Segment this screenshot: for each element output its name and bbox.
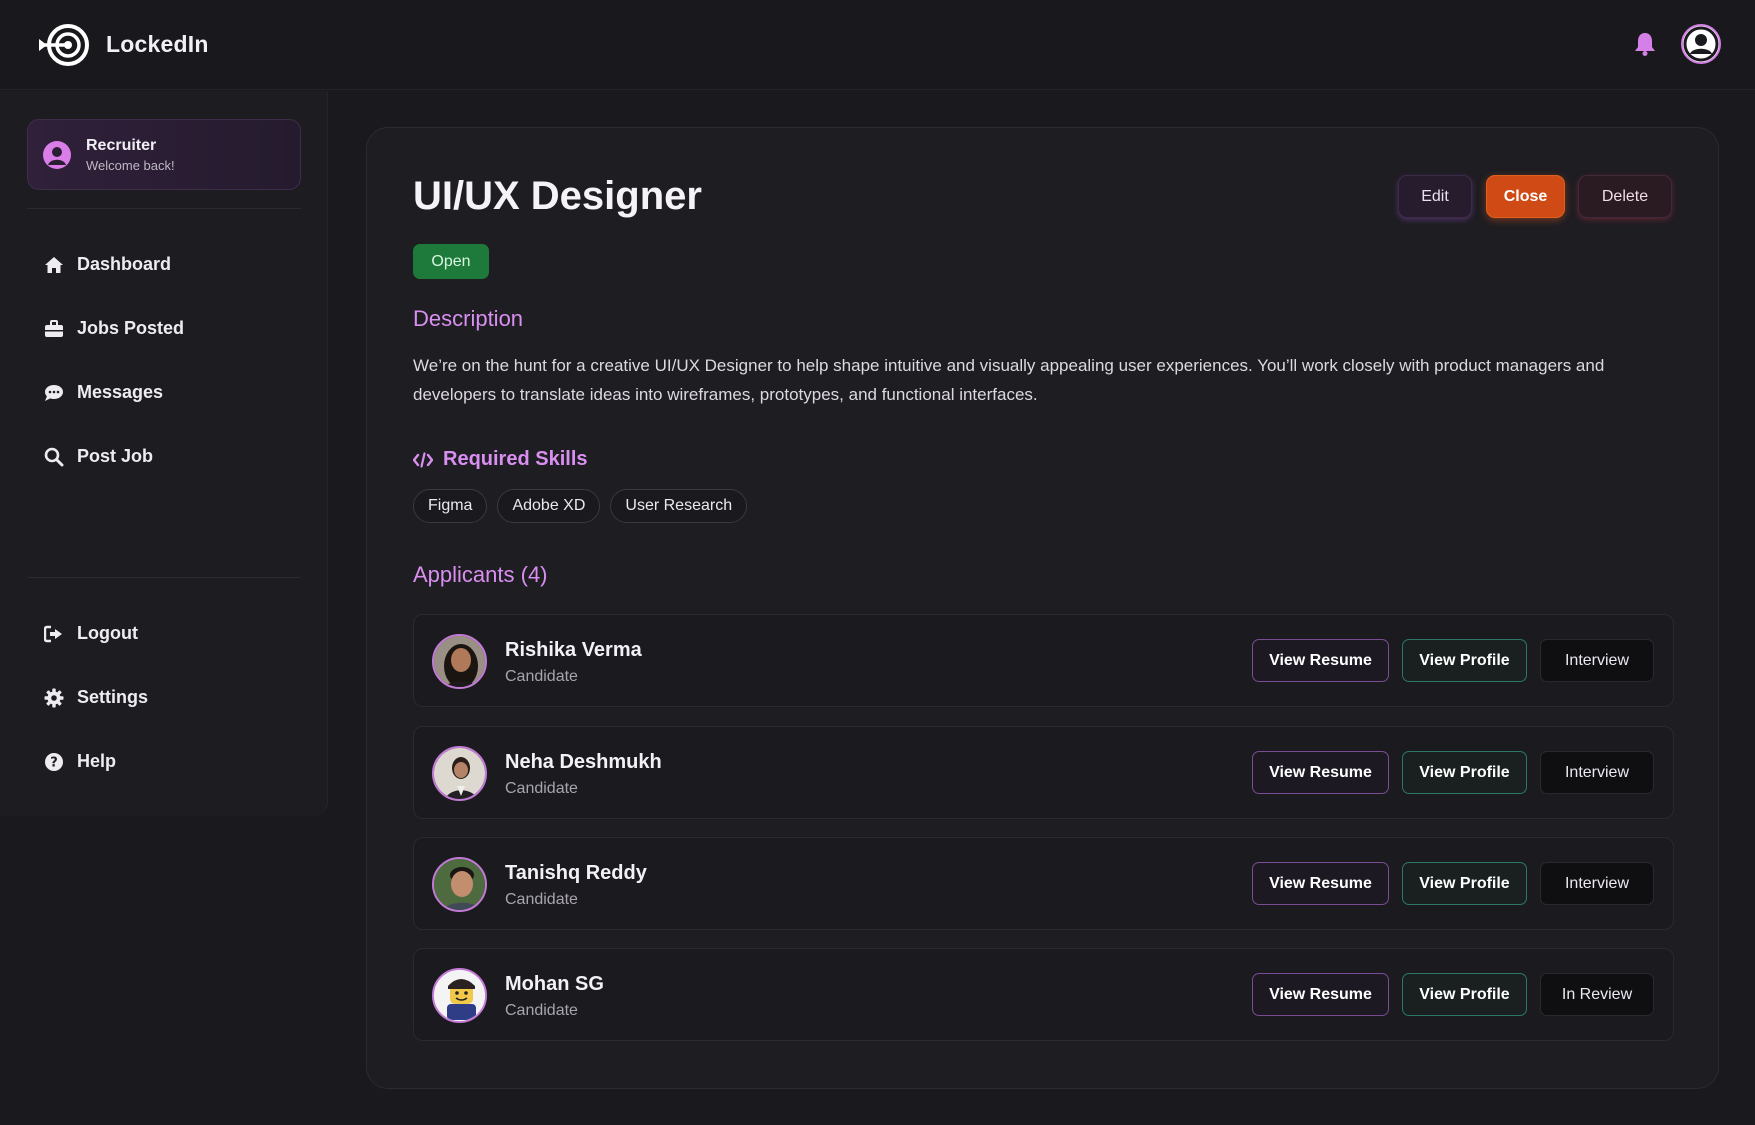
applicant-name: Tanishq Reddy xyxy=(505,862,647,884)
brand[interactable]: LockedIn xyxy=(36,21,209,69)
description-heading: Description xyxy=(413,306,524,331)
view-resume-button[interactable]: View Resume xyxy=(1252,639,1389,682)
logout-icon xyxy=(44,624,64,644)
user-circle-icon xyxy=(43,140,71,169)
view-profile-button[interactable]: View Profile xyxy=(1402,973,1527,1016)
applicants-heading: Applicants (4) xyxy=(413,562,548,587)
divider xyxy=(27,208,301,209)
help-icon: ? xyxy=(44,752,64,772)
view-resume-button[interactable]: View Resume xyxy=(1252,973,1389,1016)
skills-heading-label: Required Skills xyxy=(443,448,588,470)
view-profile-button[interactable]: View Profile xyxy=(1402,639,1527,682)
svg-text:?: ? xyxy=(50,755,58,770)
applicant-name: Rishika Verma xyxy=(505,639,642,661)
nav-label: Logout xyxy=(77,623,138,643)
applicant-name: Mohan SG xyxy=(505,973,604,995)
applicant-role: Candidate xyxy=(505,1002,578,1019)
role-title: Recruiter xyxy=(86,136,157,154)
code-icon xyxy=(413,451,433,468)
status-button[interactable]: Interview xyxy=(1540,751,1654,794)
chat-icon xyxy=(44,383,64,403)
briefcase-icon xyxy=(44,319,64,339)
status-button[interactable]: Interview xyxy=(1540,862,1654,905)
nav-dashboard[interactable]: Dashboard xyxy=(44,254,171,275)
status-button[interactable]: In Review xyxy=(1540,973,1654,1016)
job-title: UI/UX Designer xyxy=(413,174,702,218)
nav-messages[interactable]: Messages xyxy=(44,382,163,403)
divider xyxy=(27,577,301,578)
status-button[interactable]: Interview xyxy=(1540,639,1654,682)
skill-chip: Figma xyxy=(413,489,488,523)
avatar[interactable] xyxy=(432,634,487,689)
skills-list: Figma Adobe XD User Research xyxy=(413,489,757,523)
view-resume-button[interactable]: View Resume xyxy=(1252,751,1389,794)
nav-jobs-posted[interactable]: Jobs Posted xyxy=(44,318,184,339)
target-logo-icon xyxy=(36,21,90,69)
delete-button[interactable]: Delete xyxy=(1578,175,1672,218)
view-profile-button[interactable]: View Profile xyxy=(1402,862,1527,905)
applicant-role: Candidate xyxy=(505,668,578,685)
nav-label: Dashboard xyxy=(77,254,172,274)
nav-label: Settings xyxy=(77,687,149,707)
job-detail-card: UI/UX Designer Open Edit Close Delete De… xyxy=(366,127,1719,1089)
search-icon xyxy=(44,447,64,467)
avatar[interactable] xyxy=(432,746,487,801)
edit-button[interactable]: Edit xyxy=(1398,175,1472,218)
applicant-row: Mohan SG Candidate View Resume View Prof… xyxy=(413,948,1674,1041)
applicant-role: Candidate xyxy=(505,780,578,797)
nav-label: Jobs Posted xyxy=(77,318,185,338)
app-name: LockedIn xyxy=(106,31,209,57)
user-avatar-icon[interactable] xyxy=(1681,24,1721,64)
nav-logout[interactable]: Logout xyxy=(44,623,138,644)
view-profile-button[interactable]: View Profile xyxy=(1402,751,1527,794)
skill-chip: User Research xyxy=(610,489,748,523)
job-description: We’re on the hunt for a creative UI/UX D… xyxy=(413,356,1605,404)
applicant-row: Rishika Verma Candidate View Resume View… xyxy=(413,614,1674,707)
bell-icon[interactable] xyxy=(1631,30,1659,58)
close-button[interactable]: Close xyxy=(1486,175,1565,218)
avatar[interactable] xyxy=(432,968,487,1023)
sidebar: Recruiter Welcome back! Dashboard Jobs P… xyxy=(0,91,328,816)
avatar[interactable] xyxy=(432,857,487,912)
nav-post-job[interactable]: Post Job xyxy=(44,446,153,467)
view-resume-button[interactable]: View Resume xyxy=(1252,862,1389,905)
nav-help[interactable]: ? Help xyxy=(44,751,116,772)
job-actions: Edit Close Delete xyxy=(1398,175,1672,218)
gear-icon xyxy=(44,688,64,708)
applicant-name: Neha Deshmukh xyxy=(505,751,662,773)
top-bar: LockedIn xyxy=(0,0,1755,90)
skill-chip: Adobe XD xyxy=(497,489,601,523)
nav-label: Post Job xyxy=(77,446,154,466)
applicant-row: Neha Deshmukh Candidate View Resume View… xyxy=(413,726,1674,819)
applicant-role: Candidate xyxy=(505,891,578,908)
applicant-row: Tanishq Reddy Candidate View Resume View… xyxy=(413,837,1674,930)
home-icon xyxy=(44,255,64,275)
nav-label: Help xyxy=(77,751,117,771)
nav-label: Messages xyxy=(77,382,164,402)
role-card: Recruiter Welcome back! xyxy=(27,119,301,190)
status-badge: Open xyxy=(413,244,489,279)
nav-settings[interactable]: Settings xyxy=(44,687,148,708)
role-subtitle: Welcome back! xyxy=(86,157,175,173)
skills-heading: Required Skills xyxy=(413,448,588,471)
